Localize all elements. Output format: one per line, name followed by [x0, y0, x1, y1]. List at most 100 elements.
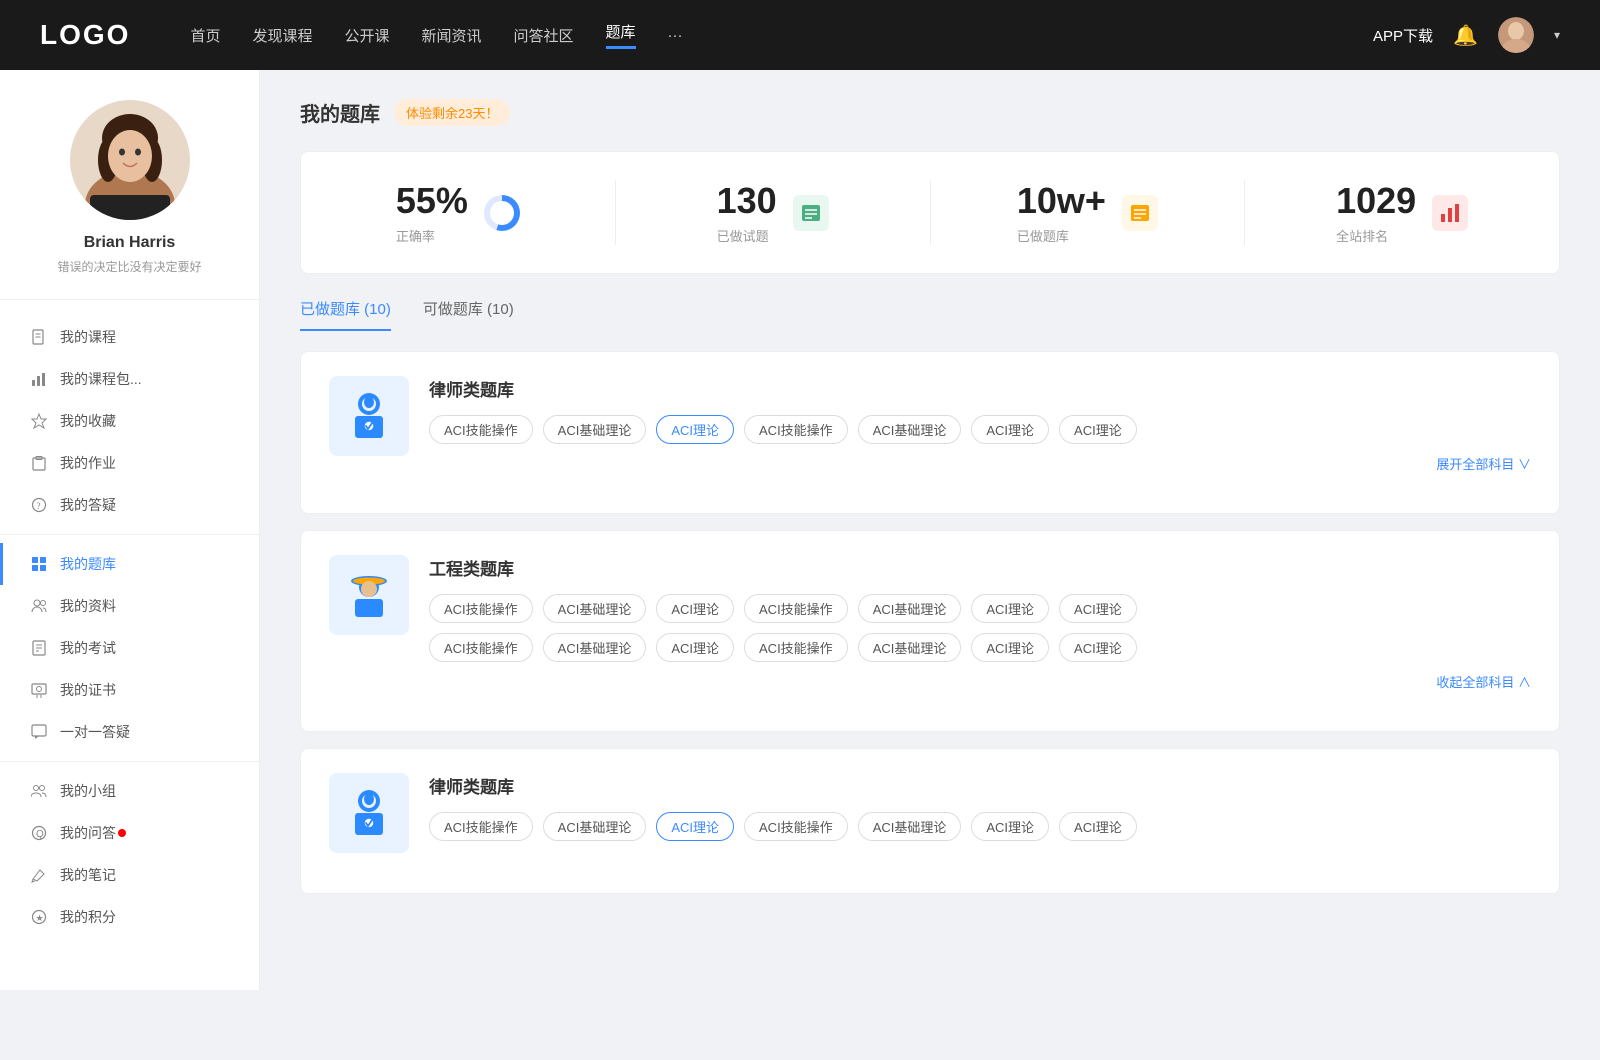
sidebar-label-coursepack: 我的课程包... [60, 369, 142, 389]
tag-item[interactable]: ACI理论 [656, 594, 734, 623]
sidebar-item-course[interactable]: 我的课程 [0, 316, 259, 358]
tag-item[interactable]: ACI基础理论 [543, 594, 647, 623]
sidebar-label-myquestions: 我的问答 [60, 823, 116, 843]
tab-done[interactable]: 已做题库 (10) [300, 298, 391, 331]
tag-item[interactable]: ACI理论 [1059, 633, 1137, 662]
sidebar-menu: 我的课程 我的课程包... [0, 300, 259, 954]
tag-item[interactable]: ACI理论 [656, 633, 734, 662]
tag-item[interactable]: ACI理论 [1059, 594, 1137, 623]
sidebar-item-group[interactable]: 我的小组 [0, 770, 259, 812]
nav-open-course[interactable]: 公开课 [344, 25, 389, 46]
qbank-card-lawyer2: 律师类题库 ACI技能操作 ACI基础理论 ACI理论 ACI技能操作 ACI基… [300, 748, 1560, 894]
page-title: 我的题库 [300, 98, 380, 127]
qbank-card-lawyer1: 律师类题库 ACI技能操作 ACI基础理论 ACI理论 ACI技能操作 ACI基… [300, 351, 1560, 514]
tag-item[interactable]: ACI技能操作 [744, 415, 848, 444]
nav-home[interactable]: 首页 [190, 25, 220, 46]
qbank-tags-engineer1-row2: ACI技能操作 ACI基础理论 ACI理论 ACI技能操作 ACI基础理论 AC… [429, 633, 1531, 662]
sidebar-item-notes[interactable]: 我的笔记 [0, 854, 259, 896]
stat-questions-label: 已做试题 [717, 226, 777, 245]
bell-icon[interactable]: 🔔 [1453, 23, 1478, 48]
tag-item[interactable]: ACI理论 [971, 812, 1049, 841]
tag-item[interactable]: ACI理论 [971, 594, 1049, 623]
tag-item[interactable]: ACI理论 [971, 633, 1049, 662]
users-icon [30, 782, 48, 800]
tag-item[interactable]: ACI技能操作 [429, 812, 533, 841]
sidebar-item-profile[interactable]: 我的资料 [0, 585, 259, 627]
app-download-button[interactable]: APP下载 [1373, 25, 1433, 46]
tabs-bar: 已做题库 (10) 可做题库 (10) [300, 298, 1560, 331]
svg-text:Q: Q [36, 829, 44, 840]
points-icon: ★ [30, 908, 48, 926]
star-icon [30, 412, 48, 430]
tag-item[interactable]: ACI理论 [971, 415, 1049, 444]
nav-menu: 首页 发现课程 公开课 新闻资讯 问答社区 题库 ··· [190, 21, 1373, 49]
qbank-tags-engineer1-row1: ACI技能操作 ACI基础理论 ACI理论 ACI技能操作 ACI基础理论 AC… [429, 594, 1531, 623]
tag-item[interactable]: ACI技能操作 [744, 594, 848, 623]
user-menu-chevron[interactable]: ▾ [1554, 28, 1560, 42]
stat-rank-label: 全站排名 [1336, 226, 1416, 245]
qbank-icon-lawyer2 [329, 773, 409, 853]
sidebar-label-qa: 我的答疑 [60, 495, 116, 515]
tag-item-active[interactable]: ACI理论 [656, 415, 734, 444]
main-layout: Brian Harris 错误的决定比没有决定要好 我的课程 [0, 70, 1600, 990]
sidebar-item-questionbank[interactable]: 我的题库 [0, 543, 259, 585]
sidebar-item-qa[interactable]: ? 我的答疑 [0, 484, 259, 526]
sidebar-item-homework[interactable]: 我的作业 [0, 442, 259, 484]
stat-accuracy: 55% 正确率 [301, 180, 616, 245]
chart-red-icon [1432, 195, 1468, 231]
stat-accuracy-label: 正确率 [396, 226, 468, 245]
tag-item[interactable]: ACI理论 [1059, 812, 1137, 841]
tag-item[interactable]: ACI技能操作 [744, 812, 848, 841]
stat-banks-label: 已做题库 [1017, 226, 1106, 245]
sidebar-item-coursepack[interactable]: 我的课程包... [0, 358, 259, 400]
tag-item[interactable]: ACI技能操作 [429, 415, 533, 444]
tag-item[interactable]: ACI技能操作 [429, 633, 533, 662]
tag-item[interactable]: ACI基础理论 [858, 594, 962, 623]
sidebar-label-homework: 我的作业 [60, 453, 116, 473]
tag-item[interactable]: ACI基础理论 [543, 633, 647, 662]
nav-news[interactable]: 新闻资讯 [422, 25, 482, 46]
sidebar-label-certificate: 我的证书 [60, 680, 116, 700]
notification-dot [118, 829, 126, 837]
qbank-icon-engineer1 [329, 555, 409, 635]
qbank-tags-lawyer2: ACI技能操作 ACI基础理论 ACI理论 ACI技能操作 ACI基础理论 AC… [429, 812, 1531, 841]
sidebar-item-tutoring[interactable]: 一对一答疑 [0, 711, 259, 753]
tag-item[interactable]: ACI技能操作 [429, 594, 533, 623]
sidebar-item-certificate[interactable]: 我的证书 [0, 669, 259, 711]
svg-text:?: ? [37, 501, 41, 511]
sidebar-item-favorites[interactable]: 我的收藏 [0, 400, 259, 442]
expand-link-lawyer1[interactable]: 展开全部科目 ∨ [429, 454, 1531, 473]
sidebar-item-myquestions[interactable]: Q 我的问答 [0, 812, 259, 854]
nav-more[interactable]: ··· [668, 27, 683, 44]
qbank-title-engineer1: 工程类题库 [429, 555, 1531, 580]
sidebar-item-points[interactable]: ★ 我的积分 [0, 896, 259, 938]
stat-rank-value: 1029 [1336, 180, 1416, 222]
nav-qa[interactable]: 问答社区 [514, 25, 574, 46]
user-avatar-nav[interactable] [1498, 17, 1534, 53]
nav-courses[interactable]: 发现课程 [252, 25, 312, 46]
sidebar-label-tutoring: 一对一答疑 [60, 722, 130, 742]
nav-questionbank[interactable]: 题库 [606, 21, 636, 49]
trial-badge: 体验剩余23天！ [394, 99, 510, 126]
sidebar-label-group: 我的小组 [60, 781, 116, 801]
tag-item-active[interactable]: ACI理论 [656, 812, 734, 841]
sidebar-label-points: 我的积分 [60, 907, 116, 927]
navbar: LOGO 首页 发现课程 公开课 新闻资讯 问答社区 题库 ··· APP下载 … [0, 0, 1600, 70]
stats-row: 55% 正确率 130 已做试题 10w+ [300, 151, 1560, 274]
sidebar-label-profile: 我的资料 [60, 596, 116, 616]
tag-item[interactable]: ACI技能操作 [744, 633, 848, 662]
stat-banks-done: 10w+ 已做题库 [931, 180, 1246, 245]
tab-available[interactable]: 可做题库 (10) [423, 298, 514, 331]
collapse-link-engineer1[interactable]: 收起全部科目 ∧ [429, 672, 1531, 691]
tag-item[interactable]: ACI基础理论 [858, 415, 962, 444]
clipboard-icon [30, 454, 48, 472]
svg-text:★: ★ [36, 913, 44, 923]
tag-item[interactable]: ACI基础理论 [543, 812, 647, 841]
sidebar-item-exam[interactable]: 我的考试 [0, 627, 259, 669]
tag-item[interactable]: ACI理论 [1059, 415, 1137, 444]
qbank-card-engineer1: 工程类题库 ACI技能操作 ACI基础理论 ACI理论 ACI技能操作 ACI基… [300, 530, 1560, 732]
tag-item[interactable]: ACI基础理论 [543, 415, 647, 444]
tag-item[interactable]: ACI基础理论 [858, 812, 962, 841]
file-icon [30, 328, 48, 346]
tag-item[interactable]: ACI基础理论 [858, 633, 962, 662]
